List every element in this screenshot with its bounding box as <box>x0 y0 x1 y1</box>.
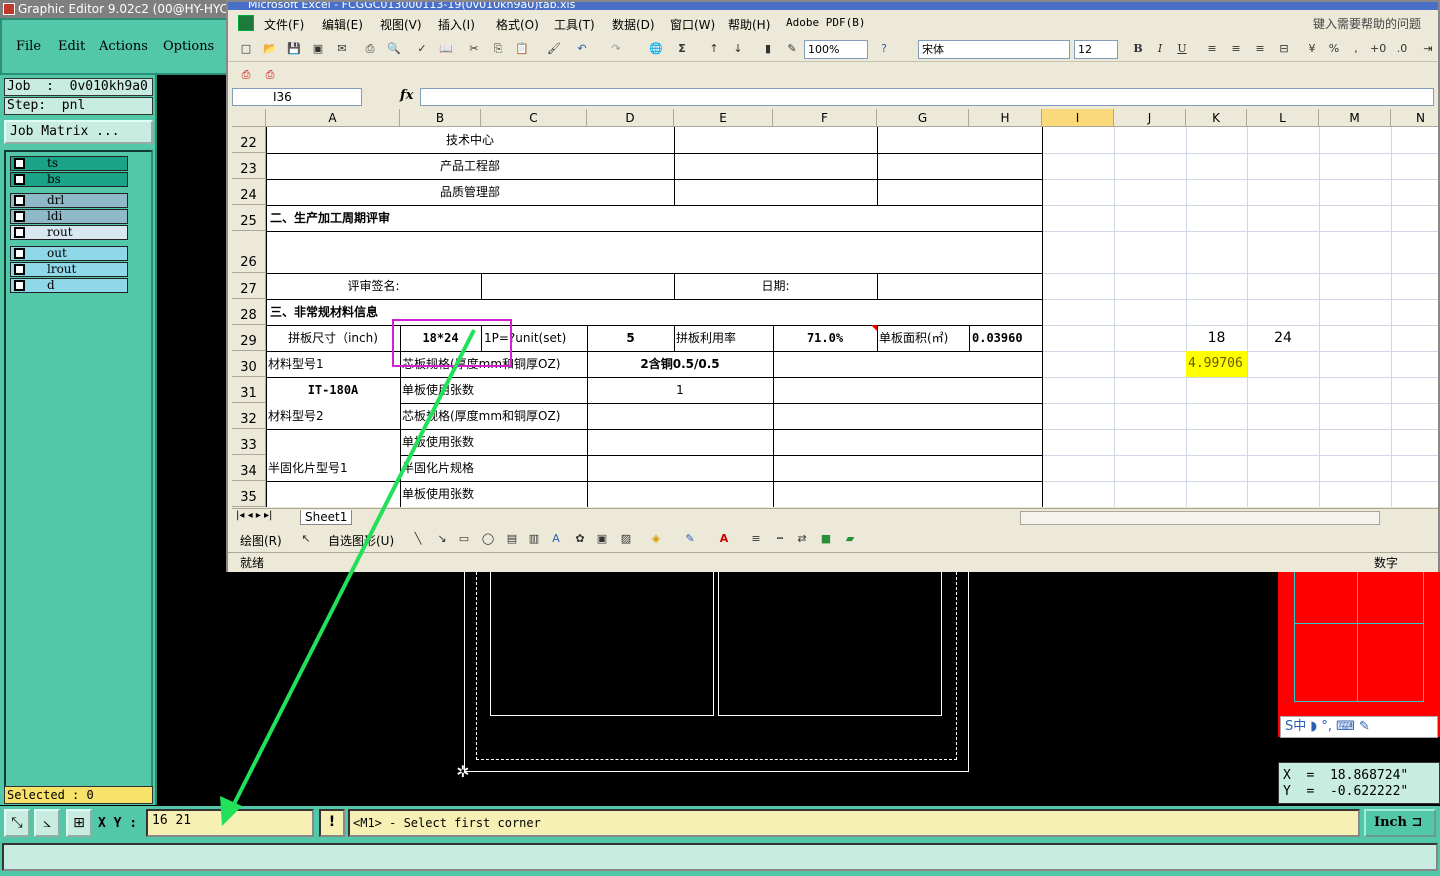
annotation-arrow <box>220 329 476 826</box>
arrow-shaft <box>228 329 476 813</box>
arrow-head <box>220 796 242 826</box>
